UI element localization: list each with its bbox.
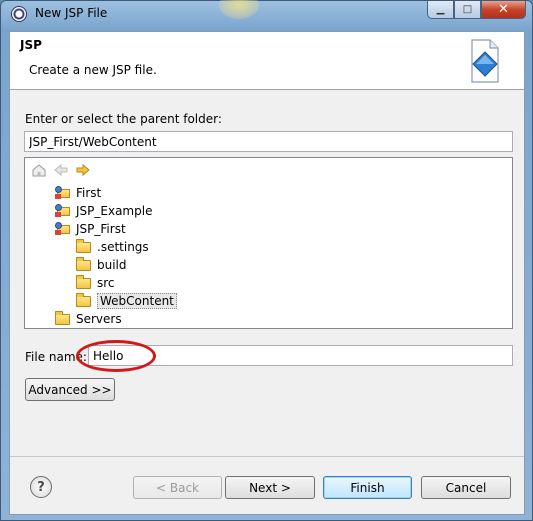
folder-tree[interactable]: First JSP_Example JSP_First .settings bu…	[24, 157, 513, 329]
maximize-icon: □	[462, 4, 473, 15]
wizard-title: JSP	[20, 38, 42, 52]
wizard-header: JSP Create a new JSP file.	[10, 32, 524, 90]
maximize-button[interactable]: □	[454, 1, 481, 19]
close-button[interactable]: ✕	[481, 1, 526, 19]
forward-icon[interactable]	[75, 163, 91, 177]
tree-item-webcontent[interactable]: WebContent	[76, 292, 177, 310]
help-icon[interactable]: ?	[30, 476, 52, 498]
folder-icon	[76, 275, 92, 290]
folder-icon	[76, 239, 92, 254]
file-name-label: File name:	[25, 350, 87, 364]
eclipse-icon	[11, 6, 27, 22]
title-bar[interactable]: New JSP File ▁ □ ✕	[1, 0, 532, 29]
back-icon[interactable]	[53, 163, 69, 177]
tree-item-first[interactable]: First	[55, 184, 101, 202]
minimize-icon: ▁	[436, 4, 445, 15]
tree-toolbar	[31, 163, 91, 177]
open-folder-icon	[55, 311, 71, 326]
parent-folder-label: Enter or select the parent folder:	[25, 112, 222, 126]
footer-separator	[10, 456, 524, 457]
tree-item-label: JSP_First	[76, 222, 126, 236]
wizard-description: Create a new JSP file.	[29, 63, 157, 77]
minimize-button[interactable]: ▁	[427, 1, 454, 19]
next-button[interactable]: Next >	[225, 476, 315, 499]
tree-item-jsp-example[interactable]: JSP_Example	[55, 202, 152, 220]
title-glow	[219, 0, 259, 19]
finish-button[interactable]: Finish	[323, 476, 412, 499]
home-icon[interactable]	[31, 163, 47, 177]
folder-icon	[76, 257, 92, 272]
tree-item-label: JSP_Example	[76, 204, 153, 218]
tree-item-build[interactable]: build	[76, 256, 127, 274]
tree-item-label: .settings	[97, 240, 149, 254]
back-button[interactable]: < Back	[133, 476, 222, 499]
tree-item-settings[interactable]: .settings	[76, 238, 149, 256]
dialog-window: New JSP File ▁ □ ✕ JSP Create a new JSP …	[0, 0, 533, 521]
java-project-icon	[55, 204, 71, 218]
java-project-icon	[55, 186, 71, 200]
tree-item-label: src	[97, 276, 115, 290]
tree-item-servers[interactable]: Servers	[55, 310, 122, 328]
window-title: New JSP File	[35, 6, 108, 20]
tree-item-label: First	[76, 186, 102, 200]
tree-item-label: build	[97, 258, 127, 272]
file-name-input[interactable]	[88, 345, 513, 366]
close-icon: ✕	[498, 2, 509, 17]
jsp-file-icon	[471, 39, 499, 83]
open-folder-icon	[76, 293, 92, 308]
tree-item-jsp-first[interactable]: JSP_First	[55, 220, 126, 238]
tree-item-src[interactable]: src	[76, 274, 115, 292]
tree-item-label: Servers	[76, 312, 122, 326]
java-project-icon	[55, 222, 71, 236]
advanced-button[interactable]: Advanced >>	[25, 378, 115, 401]
cancel-button[interactable]: Cancel	[421, 476, 511, 499]
tree-item-label: WebContent	[97, 293, 177, 309]
dialog-client-area: JSP Create a new JSP file. Enter or sele…	[9, 31, 525, 515]
parent-folder-input[interactable]	[24, 131, 513, 152]
